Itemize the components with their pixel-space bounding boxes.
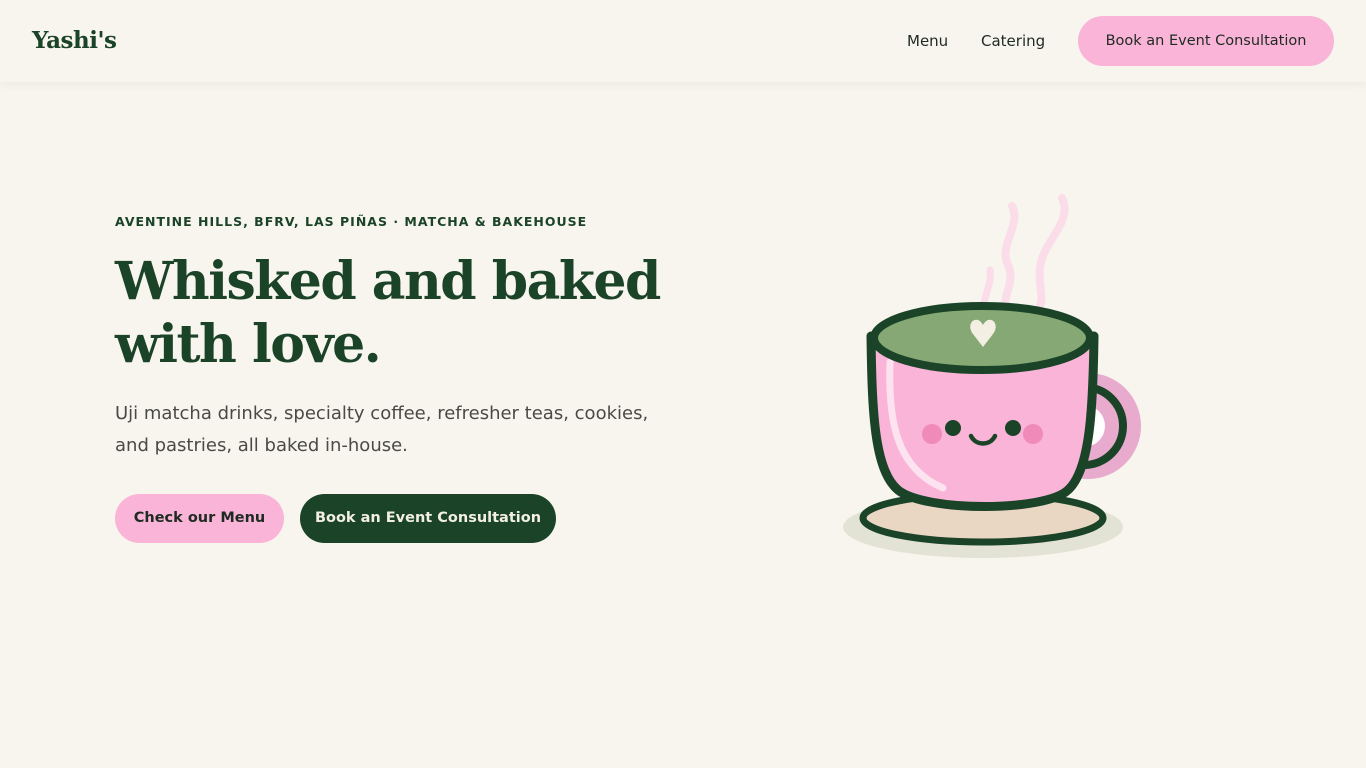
nav-link-catering[interactable]: Catering [981, 31, 1045, 51]
book-consultation-button[interactable]: Book an Event Consultation [300, 494, 556, 543]
hero-eyebrow: AVENTINE HILLS, BFRV, LAS PIÑAS · MATCHA… [115, 214, 588, 229]
brand-logo[interactable]: Yashi's [32, 26, 117, 56]
hero-description: Uji matcha drinks, specialty coffee, ref… [115, 403, 649, 456]
nav-link-menu[interactable]: Menu [907, 31, 948, 51]
nav-book-consultation-button[interactable]: Book an Event Consultation [1078, 16, 1334, 66]
hero-headline-line-1: Whisked and baked [115, 251, 661, 312]
smiling-matcha-cup-icon [843, 194, 1141, 558]
check-menu-button[interactable]: Check our Menu [115, 494, 284, 543]
hero-headline-line-2: with love. [115, 314, 382, 375]
hero-headline: Whisked and baked with love. [115, 250, 735, 376]
site-header: Yashi's Menu Catering Book an Event Cons… [0, 0, 1366, 82]
